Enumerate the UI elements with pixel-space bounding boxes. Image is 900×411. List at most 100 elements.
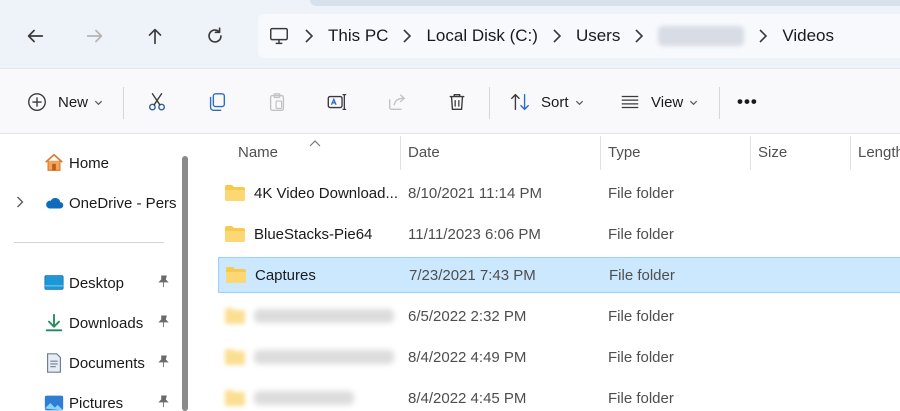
breadcrumb-local-disk[interactable]: Local Disk (C:)	[426, 26, 537, 46]
file-type: File folder	[608, 307, 674, 325]
file-type: File folder	[608, 389, 674, 407]
pin-icon[interactable]	[157, 275, 170, 292]
new-button[interactable]: New	[26, 89, 103, 115]
chevron-right-icon	[546, 29, 568, 43]
file-name-redacted	[254, 350, 394, 364]
up-button[interactable]	[141, 22, 169, 50]
share-button[interactable]	[386, 89, 408, 115]
sidebar-item-home[interactable]: Home	[0, 147, 176, 179]
pin-icon[interactable]	[157, 315, 170, 332]
column-header-length[interactable]: Length	[858, 134, 900, 170]
paste-button[interactable]	[266, 89, 288, 115]
file-name-redacted	[254, 391, 354, 405]
forward-button[interactable]	[81, 22, 109, 50]
toolbar-divider	[489, 87, 490, 119]
column-header-type[interactable]: Type	[608, 134, 641, 170]
trash-icon	[449, 93, 465, 111]
cut-button[interactable]	[146, 89, 168, 115]
table-row-selected[interactable]: Captures 7/23/2021 7:43 PM File folder	[218, 257, 900, 293]
chevron-right-icon[interactable]	[16, 195, 24, 212]
chevron-down-icon	[94, 94, 103, 111]
copy-icon	[209, 93, 226, 111]
column-header-name[interactable]: Name	[238, 134, 278, 170]
pin-icon[interactable]	[157, 355, 170, 372]
chevron-right-icon	[752, 29, 774, 43]
folder-icon	[225, 308, 245, 324]
arrow-up-icon	[148, 28, 162, 45]
column-header-size[interactable]: Size	[758, 134, 787, 170]
file-date: 8/4/2022 4:49 PM	[408, 348, 527, 366]
document-icon	[43, 352, 65, 374]
toolbar-divider	[123, 87, 124, 119]
toolbar-divider	[719, 87, 720, 119]
sidebar-item-label: Downloads	[69, 314, 144, 332]
delete-button[interactable]	[446, 89, 468, 115]
sidebar-item-label: Pictures	[69, 394, 124, 411]
file-name-redacted	[254, 309, 394, 323]
title-address-area: This PC Local Disk (C:) Users Videos	[0, 0, 900, 68]
breadcrumb-users[interactable]: Users	[576, 26, 620, 46]
folder-icon	[225, 226, 245, 242]
folder-icon	[225, 185, 245, 201]
file-name-cell	[224, 339, 394, 375]
file-name: 4K Video Download...	[254, 184, 398, 202]
file-date: 8/4/2022 4:45 PM	[408, 389, 527, 407]
table-row[interactable]: 4K Video Download... 8/10/2021 11:14 PM …	[218, 175, 900, 211]
arrow-right-icon	[86, 29, 103, 43]
tab-strip	[310, 0, 900, 6]
sidebar-item-documents[interactable]: Documents	[0, 347, 176, 379]
file-date: 7/23/2021 7:43 PM	[409, 266, 536, 284]
column-divider[interactable]	[750, 136, 751, 170]
table-row[interactable]: BlueStacks-Pie64 11/11/2023 6:06 PM File…	[218, 216, 900, 252]
clipboard-icon	[269, 93, 285, 111]
address-bar[interactable]: This PC Local Disk (C:) Users Videos	[258, 14, 900, 58]
sort-label: Sort	[541, 93, 569, 111]
table-row[interactable]: 6/5/2022 2:32 PM File folder	[218, 298, 900, 334]
refresh-icon	[208, 27, 222, 43]
sidebar-scrollbar-thumb[interactable]	[182, 156, 188, 411]
view-button[interactable]: View	[619, 89, 698, 115]
breadcrumb-redacted-user[interactable]	[658, 26, 745, 46]
desktop-icon	[43, 272, 65, 294]
pin-icon[interactable]	[157, 395, 170, 411]
column-divider[interactable]	[400, 136, 401, 170]
copy-button[interactable]	[206, 89, 228, 115]
sort-button[interactable]: Sort	[509, 89, 584, 115]
sidebar-item-pictures[interactable]: Pictures	[0, 387, 176, 411]
table-row[interactable]: 8/4/2022 4:49 PM File folder	[218, 339, 900, 375]
sidebar-item-label: Documents	[69, 354, 145, 372]
column-header-date[interactable]: Date	[408, 134, 440, 170]
file-name: Captures	[255, 266, 316, 284]
breadcrumb-videos[interactable]: Videos	[782, 26, 834, 46]
column-divider[interactable]	[850, 136, 851, 170]
rename-icon	[327, 94, 347, 110]
more-icon: •••	[737, 92, 758, 111]
new-label: New	[58, 93, 89, 111]
table-row[interactable]: 8/4/2022 4:45 PM File folder	[218, 380, 900, 411]
sidebar-item-desktop[interactable]: Desktop	[0, 267, 176, 299]
back-button[interactable]	[21, 22, 49, 50]
sort-ascending-icon	[309, 134, 321, 151]
computer-icon	[270, 27, 288, 45]
sidebar-item-label: OneDrive - Perso	[69, 194, 176, 212]
rename-button[interactable]	[326, 89, 348, 115]
navigation-pane: Home OneDrive - Perso Desktop Downloads …	[0, 134, 196, 411]
refresh-button[interactable]	[201, 22, 229, 50]
arrow-left-icon	[27, 29, 44, 43]
pictures-icon	[43, 392, 65, 411]
breadcrumb-this-pc[interactable]: This PC	[328, 26, 388, 46]
sidebar-item-label: Desktop	[69, 274, 125, 292]
chevron-down-icon	[575, 94, 584, 111]
file-name-cell: BlueStacks-Pie64	[224, 216, 372, 252]
sidebar-item-onedrive[interactable]: OneDrive - Perso	[0, 187, 176, 219]
file-name-cell	[224, 380, 354, 411]
folder-icon	[226, 267, 246, 283]
more-options-button[interactable]: •••	[737, 89, 758, 115]
file-type: File folder	[608, 225, 674, 243]
chevron-right-icon	[628, 29, 650, 43]
file-type: File folder	[608, 184, 674, 202]
column-divider[interactable]	[600, 136, 601, 170]
sidebar-item-downloads[interactable]: Downloads	[0, 307, 176, 339]
onedrive-cloud-icon	[43, 192, 65, 214]
file-list: Name Date Type Size Length 4K Video Down…	[196, 134, 900, 411]
